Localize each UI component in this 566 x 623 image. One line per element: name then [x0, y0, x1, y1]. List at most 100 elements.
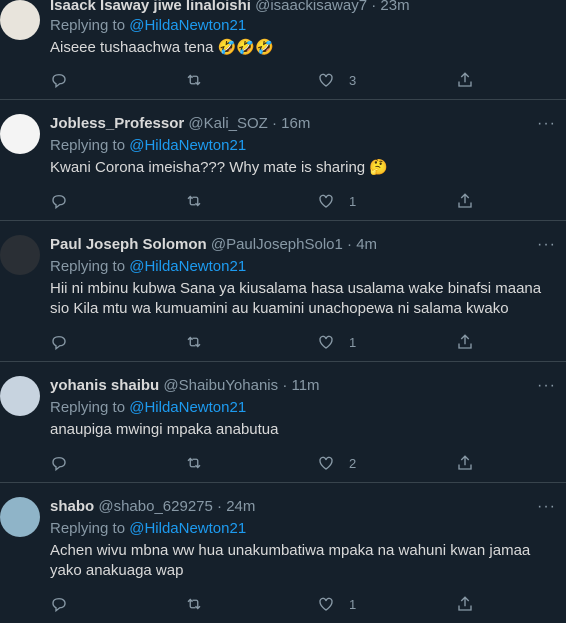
avatar[interactable] [0, 114, 40, 154]
retweet-icon [187, 336, 201, 348]
like-icon [319, 335, 333, 349]
author-handle[interactable]: @PaulJosephSolo1 [211, 236, 343, 253]
mention-link[interactable]: @HildaNewton21 [129, 399, 246, 416]
reply-icon [52, 457, 66, 472]
tweet[interactable]: Isaack Isaway jiwe linaloishi @isaackisa… [0, 0, 566, 100]
retweet-button[interactable] [185, 594, 203, 614]
tweet-header: yohanis shaibu @ShaibuYohanis · 11m [50, 376, 526, 396]
share-button[interactable] [456, 594, 474, 614]
reply-button[interactable] [50, 70, 68, 90]
replying-label: Replying to [50, 258, 126, 275]
share-icon [458, 455, 472, 470]
author-handle[interactable]: @Kali_SOZ [188, 115, 267, 132]
author-name[interactable]: yohanis shaibu [50, 377, 159, 394]
author-handle[interactable]: @isaackisaway7 [255, 0, 367, 14]
replying-to: Replying to @HildaNewton21 [50, 136, 246, 156]
like-icon [319, 456, 333, 470]
avatar[interactable] [0, 235, 40, 275]
replying-label: Replying to [50, 137, 126, 154]
separator: · [217, 498, 223, 515]
more-button[interactable]: ··· [537, 378, 556, 394]
replying-label: Replying to [50, 17, 126, 34]
like-button[interactable]: 2 [317, 453, 356, 473]
author-handle[interactable]: @shabo_629275 [98, 498, 213, 515]
like-button[interactable]: 1 [317, 594, 356, 614]
replying-to: Replying to @HildaNewton21 [50, 257, 246, 277]
retweet-icon [187, 195, 201, 207]
reply-button[interactable] [50, 594, 68, 614]
mention-link[interactable]: @HildaNewton21 [129, 520, 246, 537]
separator: · [347, 236, 353, 253]
share-button[interactable] [456, 453, 474, 473]
avatar[interactable] [0, 497, 40, 537]
replying-to: Replying to @HildaNewton21 [50, 16, 246, 36]
retweet-button[interactable] [185, 70, 203, 90]
mention-link[interactable]: @HildaNewton21 [129, 137, 246, 154]
tweet-header: Jobless_Professor @Kali_SOZ · 16m [50, 114, 526, 134]
author-name[interactable]: Isaack Isaway jiwe linaloishi [50, 0, 251, 14]
share-button[interactable] [456, 332, 474, 352]
tweet[interactable]: Paul Joseph Solomon @PaulJosephSolo1 · 4… [0, 221, 566, 362]
retweet-icon [187, 457, 201, 469]
avatar[interactable] [0, 0, 40, 40]
share-button[interactable] [456, 70, 474, 90]
more-button[interactable]: ··· [537, 237, 556, 253]
like-button[interactable]: 3 [317, 70, 356, 90]
retweet-button[interactable] [185, 453, 203, 473]
separator: · [272, 115, 277, 132]
author-name[interactable]: Paul Joseph Solomon [50, 236, 207, 253]
like-count: 1 [349, 193, 357, 209]
author-name[interactable]: Jobless_Professor [50, 115, 184, 132]
reply-button[interactable] [50, 453, 68, 473]
more-button[interactable]: ··· [537, 499, 556, 515]
tweet[interactable]: yohanis shaibu @ShaibuYohanis · 11m ··· … [0, 362, 566, 483]
timestamp[interactable]: 4m [356, 236, 377, 253]
reply-icon [52, 74, 66, 89]
tweet-header: shabo @shabo_629275 · 24m [50, 497, 526, 517]
tweet-actions: 3 [50, 70, 480, 90]
like-count: 1 [349, 596, 357, 612]
reply-button[interactable] [50, 191, 68, 211]
author-handle[interactable]: @ShaibuYohanis [163, 377, 278, 394]
retweet-icon [187, 74, 201, 86]
share-icon [458, 334, 472, 349]
like-icon [319, 597, 333, 611]
reply-icon [52, 195, 66, 210]
share-icon [458, 193, 472, 208]
mention-link[interactable]: @HildaNewton21 [129, 258, 246, 275]
tweet-text: Kwani Corona imeisha??? Why mate is shar… [50, 159, 388, 176]
tweet-actions: 1 [50, 594, 480, 614]
tweet[interactable]: shabo @shabo_629275 · 24m ··· Replying t… [0, 483, 566, 623]
timestamp[interactable]: 24m [226, 498, 255, 515]
replying-to: Replying to @HildaNewton21 [50, 519, 246, 539]
like-button[interactable]: 1 [317, 332, 356, 352]
retweet-button[interactable] [185, 191, 203, 211]
like-count: 2 [349, 455, 357, 471]
tweet-actions: 2 [50, 453, 480, 473]
reply-button[interactable] [50, 332, 68, 352]
like-icon [319, 194, 333, 208]
replying-label: Replying to [50, 399, 126, 416]
timestamp[interactable]: 23m [380, 0, 409, 14]
tweet-header: Isaack Isaway jiwe linaloishi @isaackisa… [50, 0, 526, 16]
like-count: 3 [349, 72, 357, 88]
more-button[interactable]: ··· [537, 116, 556, 132]
tweet-actions: 1 [50, 191, 480, 211]
share-button[interactable] [456, 191, 474, 211]
like-icon [319, 73, 333, 87]
retweet-button[interactable] [185, 332, 203, 352]
like-button[interactable]: 1 [317, 191, 356, 211]
share-icon [458, 72, 472, 87]
timestamp[interactable]: 11m [291, 377, 319, 394]
author-name[interactable]: shabo [50, 498, 94, 515]
reply-icon [52, 598, 66, 613]
tweet-header: Paul Joseph Solomon @PaulJosephSolo1 · 4… [50, 235, 526, 255]
retweet-icon [187, 598, 201, 610]
avatar[interactable] [0, 376, 40, 416]
separator: · [371, 0, 377, 14]
tweet-text: Achen wivu mbna ww hua unakumbatiwa mpak… [50, 542, 531, 579]
tweet[interactable]: Jobless_Professor @Kali_SOZ · 16m ··· Re… [0, 100, 566, 221]
timestamp[interactable]: 16m [281, 115, 310, 132]
reply-icon [52, 336, 66, 351]
mention-link[interactable]: @HildaNewton21 [129, 17, 246, 34]
